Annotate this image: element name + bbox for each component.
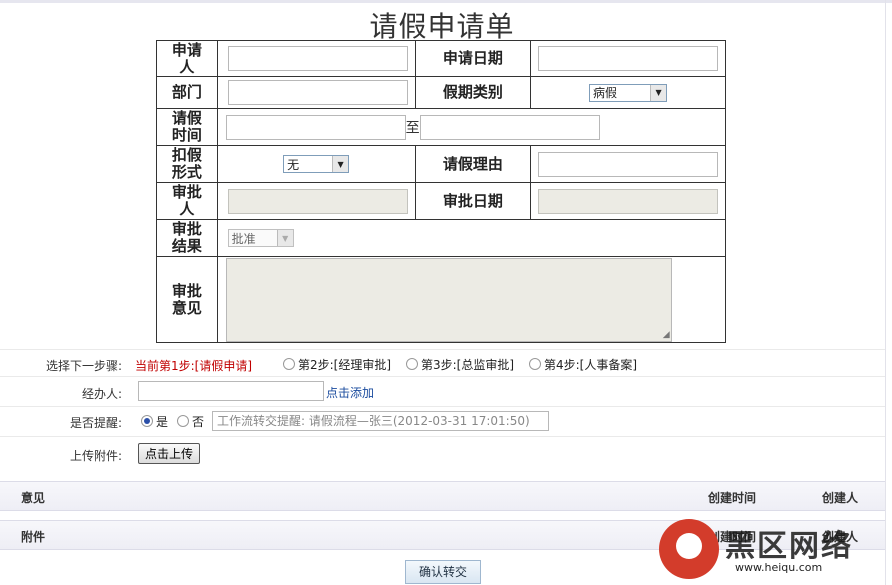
opinion-textarea[interactable]: ◢ <box>225 257 672 342</box>
applicant-label: 申请人 <box>156 40 218 77</box>
dept-input[interactable] <box>227 80 408 105</box>
approve-date-input <box>538 188 719 214</box>
add-handler-link[interactable]: 点击添加 <box>326 384 374 401</box>
remind-label: 是否提醒: <box>69 416 122 430</box>
remind-text-input[interactable]: 工作流转交提醒: 请假流程—张三(2012-03-31 17:01:50) <box>212 411 549 431</box>
radio-icon[interactable] <box>283 358 295 370</box>
top-border <box>0 0 892 3</box>
radio-icon[interactable] <box>529 358 541 370</box>
opinions-creator-header: 创建人 <box>822 491 859 505</box>
approver-label: 审批人 <box>156 182 218 220</box>
radio-checked-icon[interactable] <box>141 415 153 427</box>
opinions-time-header: 创建时间 <box>708 491 757 505</box>
logo-icon <box>659 519 719 579</box>
watermark-url: www.heiqu.com <box>735 561 823 574</box>
leave-type-label: 假期类别 <box>414 76 532 109</box>
upload-row: 上传附件: 点击上传 <box>0 436 885 470</box>
approve-date-label: 审批日期 <box>414 182 532 220</box>
next-step-row: 选择下一步骤: 当前第1步:[请假申请] 第2步:[经理审批] 第3步:[总监审… <box>0 349 885 378</box>
leave-end-input[interactable] <box>419 114 600 140</box>
opinions-bar: 意见 创建时间 创建人 <box>0 481 885 511</box>
watermark-text: 黑区网络 <box>725 529 853 564</box>
radio-icon[interactable] <box>177 415 189 427</box>
applicant-input[interactable] <box>227 46 408 71</box>
reason-label: 请假理由 <box>414 145 532 183</box>
opinion-label: 审批意见 <box>156 256 218 343</box>
step-4-option[interactable]: 第4步:[人事备案] <box>529 356 637 373</box>
remind-yes-option[interactable]: 是 <box>141 413 168 430</box>
step-2-option[interactable]: 第2步:[经理审批] <box>283 356 391 373</box>
attachments-title: 附件 <box>21 530 46 544</box>
leave-time-label: 请假时间 <box>156 108 218 146</box>
apply-date-label: 申请日期 <box>414 40 532 77</box>
right-border <box>885 0 886 585</box>
approver-input <box>227 188 408 214</box>
leave-start-input[interactable] <box>225 114 406 140</box>
deduct-select[interactable]: 无 ▼ <box>283 155 350 174</box>
apply-date-input[interactable] <box>538 46 719 71</box>
radio-icon[interactable] <box>406 358 418 370</box>
leave-type-select[interactable]: 病假 ▼ <box>589 83 668 102</box>
upload-button[interactable]: 点击上传 <box>138 443 201 464</box>
handler-label: 经办人: <box>81 387 122 401</box>
page-title: 请假申请单 <box>369 10 515 43</box>
handler-input[interactable] <box>138 381 324 401</box>
result-label: 审批结果 <box>156 219 218 257</box>
chevron-down-icon: ▼ <box>650 84 667 101</box>
deduct-label: 扣假形式 <box>156 145 218 183</box>
handler-row: 经办人: 点击添加 <box>0 376 885 408</box>
resize-grip-icon[interactable]: ◢ <box>663 330 670 340</box>
chevron-down-icon: ▼ <box>276 230 293 247</box>
confirm-transfer-button[interactable]: 确认转交 <box>405 560 481 584</box>
reason-input[interactable] <box>538 151 719 177</box>
result-select: 批准 ▼ <box>227 229 294 248</box>
remind-no-option[interactable]: 否 <box>177 413 204 430</box>
next-step-label: 选择下一步骤: <box>45 359 122 373</box>
opinions-title: 意见 <box>21 491 46 505</box>
upload-label: 上传附件: <box>69 449 122 463</box>
watermark-logo: 黑区网络 www.heiqu.com <box>655 517 885 585</box>
leave-form-table: 申请人 申请日期 部门 假期类别 病假 ▼ 请假时间 至 扣假形式 无 ▼ 请假… <box>156 40 727 343</box>
chevron-down-icon: ▼ <box>332 156 349 173</box>
current-step: 当前第1步:[请假申请] <box>135 359 253 373</box>
dept-label: 部门 <box>156 76 218 109</box>
step-3-option[interactable]: 第3步:[总监审批] <box>406 356 514 373</box>
to-label: 至 <box>405 120 420 136</box>
remind-row: 是否提醒: 是 否 工作流转交提醒: 请假流程—张三(2012-03-31 17… <box>0 406 885 437</box>
